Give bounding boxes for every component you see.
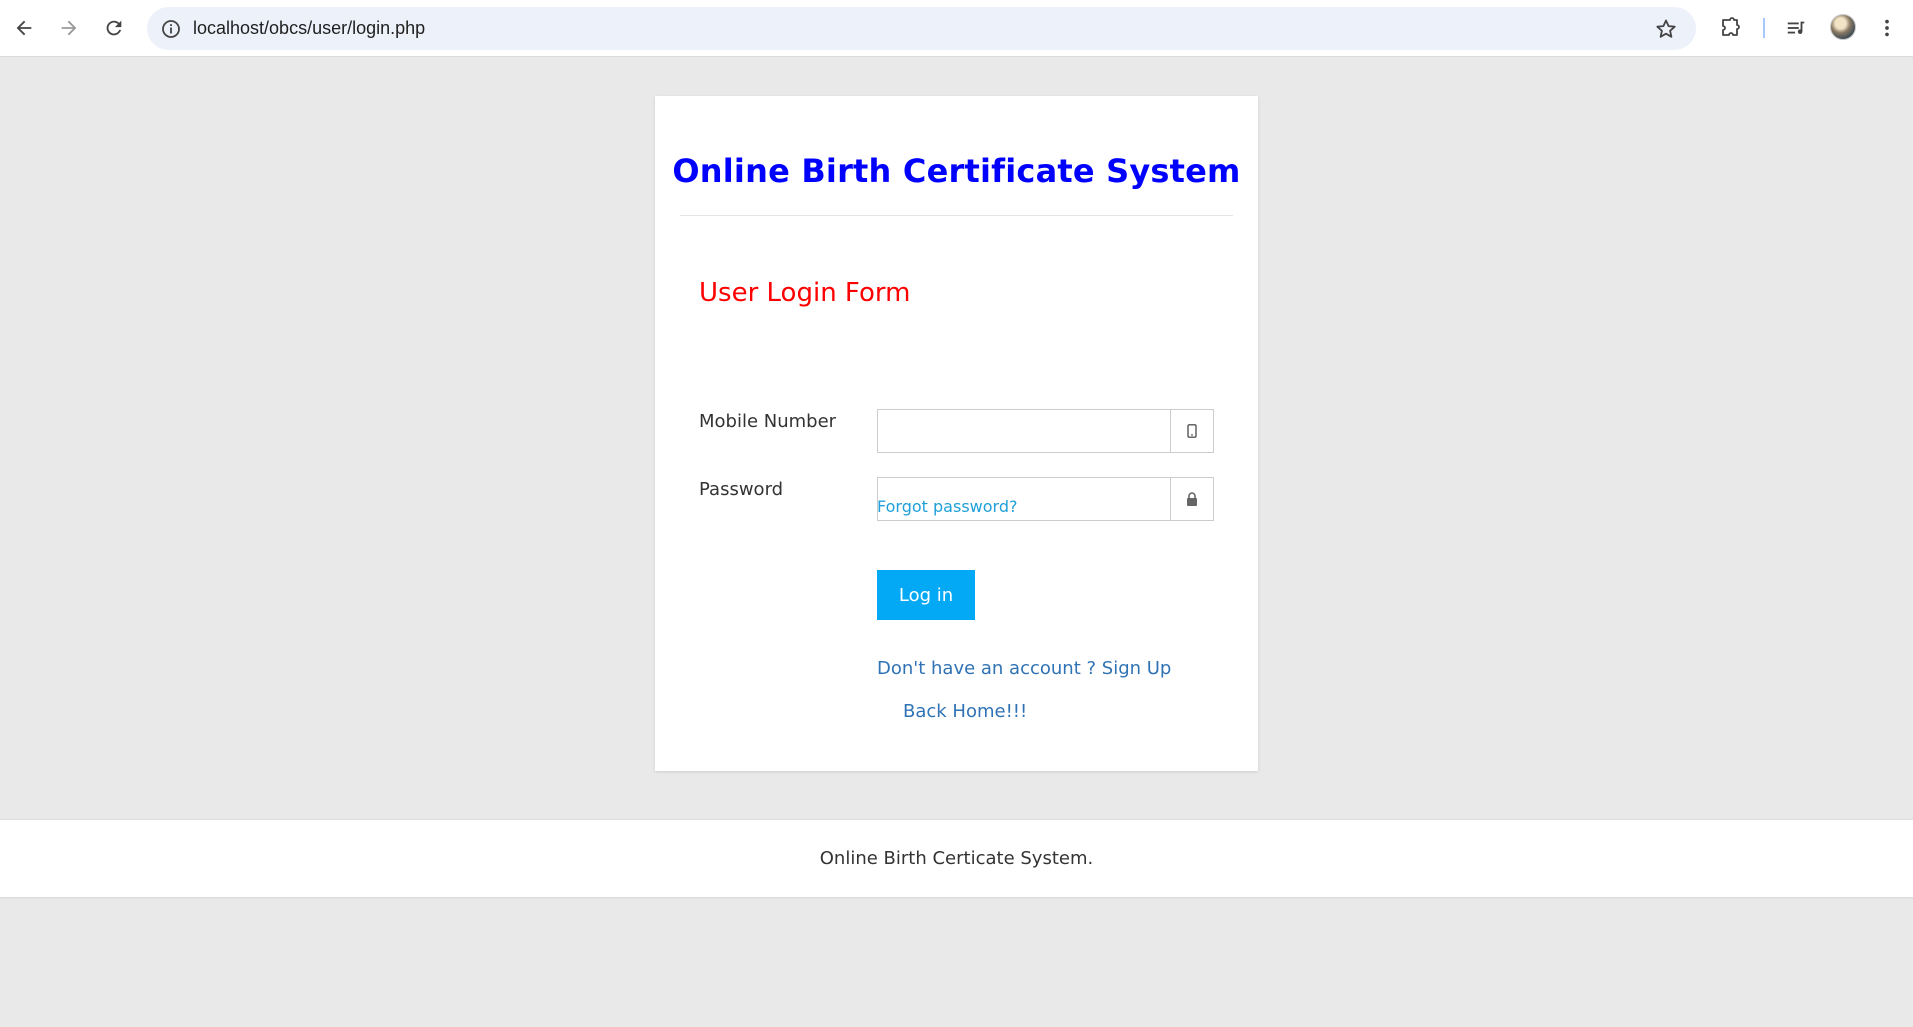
- site-title: Online Birth Certificate System: [672, 152, 1241, 190]
- media-queue-icon[interactable]: [1782, 14, 1810, 42]
- login-button[interactable]: Log in: [877, 570, 975, 620]
- avatar[interactable]: [1830, 14, 1856, 40]
- info-icon[interactable]: [157, 15, 185, 43]
- browser-toolbar: localhost/obcs/user/login.php: [0, 0, 1913, 57]
- lock-icon: [1170, 478, 1213, 520]
- mobile-phone-icon: [1170, 410, 1213, 452]
- puzzle-icon[interactable]: [1716, 14, 1744, 42]
- signup-link[interactable]: Don't have an account ? Sign Up: [877, 658, 1171, 679]
- kebab-menu-icon[interactable]: [1873, 14, 1901, 42]
- url-text[interactable]: localhost/obcs/user/login.php: [193, 7, 425, 50]
- reload-icon: [106, 20, 122, 36]
- back-arrow-icon: [16, 20, 32, 36]
- toolbar-divider: [1763, 18, 1765, 38]
- password-label: Password: [699, 479, 784, 500]
- reload-button[interactable]: [96, 10, 132, 46]
- title-divider: [680, 215, 1233, 216]
- page-body: Online Birth Certificate System User Log…: [0, 57, 1913, 1027]
- back-home-link[interactable]: Back Home!!!: [903, 701, 1027, 722]
- mobile-number-group: [877, 409, 1214, 453]
- mobile-number-input[interactable]: [878, 410, 1170, 452]
- address-bar[interactable]: localhost/obcs/user/login.php: [147, 7, 1696, 50]
- star-icon[interactable]: [1654, 17, 1678, 41]
- back-button[interactable]: [6, 10, 42, 46]
- footer: Online Birth Certicate System.: [0, 819, 1913, 897]
- footer-text: Online Birth Certicate System.: [819, 848, 1094, 869]
- forgot-password-link[interactable]: Forgot password?: [877, 497, 1017, 516]
- forward-arrow-icon: [61, 20, 77, 36]
- forward-button[interactable]: [51, 10, 87, 46]
- form-title: User Login Form: [699, 278, 911, 308]
- login-card: Online Birth Certificate System User Log…: [655, 96, 1258, 771]
- mobile-number-label: Mobile Number: [699, 411, 837, 432]
